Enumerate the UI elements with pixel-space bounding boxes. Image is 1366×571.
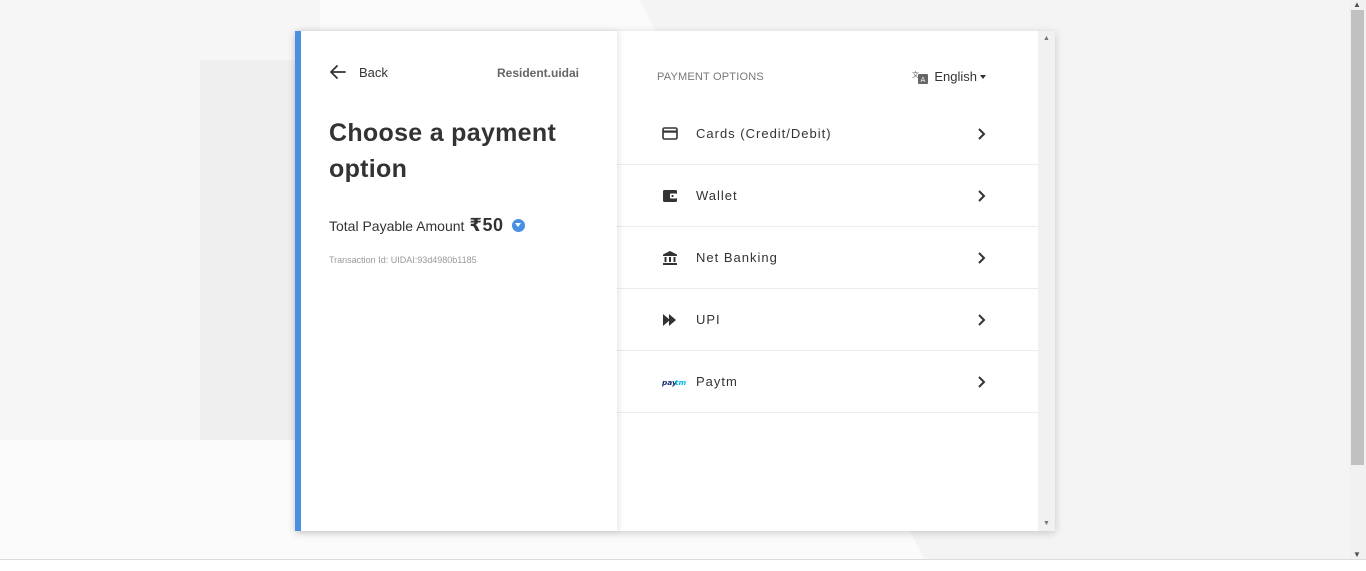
bank-icon: [662, 250, 686, 266]
payment-option-netbanking[interactable]: Net Banking: [617, 227, 1038, 289]
option-label: Net Banking: [696, 250, 778, 265]
scroll-down-icon[interactable]: ▼: [1043, 520, 1050, 527]
merchant-name: Resident.uidai: [496, 66, 579, 80]
payment-modal: Back Resident.uidai Choose a payment opt…: [295, 31, 1055, 531]
scrollbar-thumb[interactable]: [1351, 10, 1364, 465]
scroll-up-icon[interactable]: ▲: [1043, 35, 1050, 42]
page-scrollbar[interactable]: ▲ ▼: [1349, 0, 1366, 559]
amount-label: Total Payable Amount: [329, 217, 465, 234]
payment-options-header: PAYMENT OPTIONS: [657, 71, 764, 83]
upi-icon: [662, 313, 686, 327]
option-label: Wallet: [696, 188, 738, 203]
amount-row: Total Payable Amount ₹50: [329, 215, 526, 236]
chevron-right-icon: [978, 376, 986, 388]
payment-option-paytm[interactable]: pay tm Paytm: [617, 351, 1038, 413]
wallet-icon: [662, 189, 686, 203]
payment-option-upi[interactable]: UPI: [617, 289, 1038, 351]
svg-text:文: 文: [912, 70, 919, 79]
chevron-right-icon: [978, 190, 986, 202]
svg-text:A: A: [921, 76, 926, 84]
option-label: UPI: [696, 312, 721, 327]
payment-option-cards[interactable]: Cards (Credit/Debit): [617, 103, 1038, 165]
back-label: Back: [359, 64, 388, 80]
transaction-id: Transaction Id: UIDAI:93d4980b1185: [329, 255, 477, 265]
status-bar: [0, 559, 1366, 571]
translate-icon: 文 A: [912, 70, 929, 84]
paytm-logo-icon: pay tm: [662, 377, 686, 387]
order-summary-panel: Back Resident.uidai Choose a payment opt…: [295, 31, 617, 531]
payment-option-wallet[interactable]: Wallet: [617, 165, 1038, 227]
svg-text:tm: tm: [675, 377, 686, 386]
arrow-left-icon: [330, 65, 346, 79]
chevron-right-icon: [978, 252, 986, 264]
option-label: Paytm: [696, 374, 738, 389]
scroll-down-icon[interactable]: ▼: [1353, 550, 1361, 559]
chevron-right-icon: [978, 128, 986, 140]
chevron-down-icon[interactable]: [512, 219, 526, 232]
option-label: Cards (Credit/Debit): [696, 126, 832, 141]
payment-options-list: Cards (Credit/Debit) Wallet Net Banking …: [617, 103, 1038, 413]
scroll-up-icon[interactable]: ▲: [1353, 0, 1361, 9]
language-label: English: [934, 69, 977, 84]
payment-options-panel: PAYMENT OPTIONS 文 A English Cards (Credi…: [617, 31, 1038, 531]
language-selector[interactable]: 文 A English: [912, 69, 986, 84]
options-scrollbar[interactable]: ▲ ▼: [1038, 31, 1055, 531]
chevron-right-icon: [978, 314, 986, 326]
page-title: Choose a payment option: [329, 119, 557, 183]
back-button[interactable]: Back: [329, 63, 388, 81]
amount-value: ₹50: [469, 215, 504, 235]
caret-down-icon: [980, 74, 986, 79]
card-icon: [662, 127, 686, 140]
